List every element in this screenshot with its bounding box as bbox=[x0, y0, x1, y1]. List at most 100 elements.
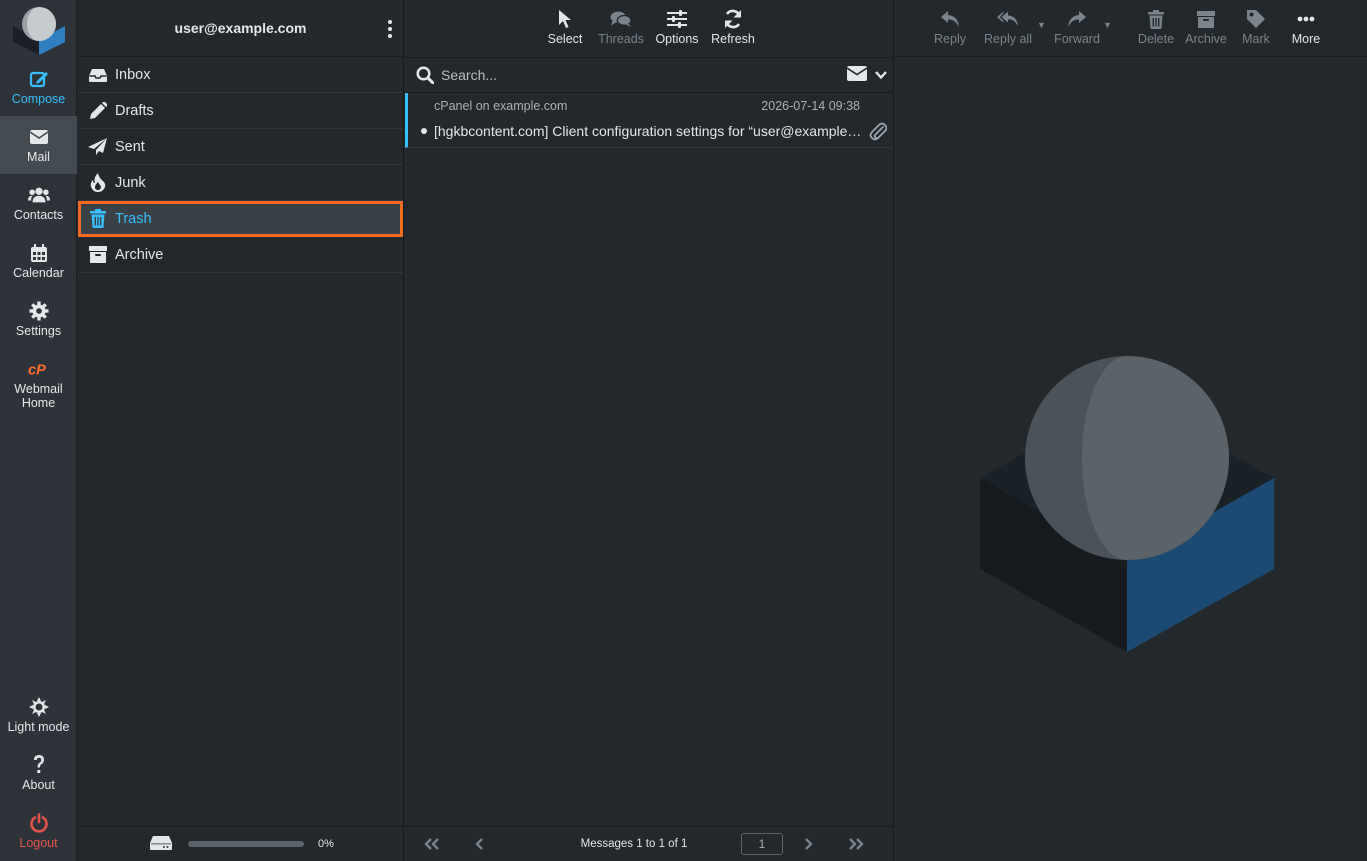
folder-actions-menu-icon[interactable] bbox=[385, 18, 395, 40]
search-icon[interactable] bbox=[415, 65, 435, 85]
folder-archive[interactable]: Archive bbox=[78, 237, 403, 273]
nav-light-mode-label: Light mode bbox=[7, 720, 70, 734]
threads-label: Threads bbox=[598, 32, 644, 46]
quota-footer: 0% bbox=[78, 826, 404, 861]
mark-button[interactable]: Mark bbox=[1231, 0, 1281, 56]
sun-icon bbox=[28, 696, 50, 718]
mark-label: Mark bbox=[1242, 32, 1270, 46]
options-button[interactable]: Options bbox=[649, 0, 705, 57]
reply-all-dropdown-icon[interactable]: ▼ bbox=[1037, 20, 1047, 56]
roundcube-logo[interactable] bbox=[10, 2, 68, 56]
roundcube-watermark-logo bbox=[975, 356, 1275, 661]
list-toolbar: Select Threads Options Refresh bbox=[405, 0, 893, 57]
forward-icon bbox=[1066, 8, 1088, 30]
select-label: Select bbox=[547, 32, 583, 46]
trash-icon bbox=[88, 209, 108, 229]
reply-button[interactable]: Reply bbox=[925, 0, 975, 56]
question-mark-icon bbox=[28, 754, 50, 776]
reply-all-button[interactable]: Reply all bbox=[975, 0, 1041, 56]
forward-label: Forward bbox=[1054, 32, 1100, 46]
folder-inbox[interactable]: Inbox bbox=[78, 57, 403, 93]
nav-compose-label: Compose bbox=[11, 92, 66, 106]
archive-icon bbox=[1195, 8, 1217, 30]
folder-trash[interactable]: Trash bbox=[78, 201, 403, 237]
search-bar bbox=[405, 57, 893, 93]
last-page-icon[interactable] bbox=[841, 838, 871, 850]
nav-contacts[interactable]: Contacts bbox=[0, 174, 77, 232]
pencil-icon bbox=[88, 101, 108, 121]
reply-icon bbox=[939, 8, 961, 30]
message-from: cPanel on example.com bbox=[434, 99, 568, 113]
folder-trash-label: Trash bbox=[115, 210, 152, 227]
previous-page-icon[interactable] bbox=[465, 838, 495, 850]
comments-icon bbox=[610, 8, 632, 30]
nav-settings-label: Settings bbox=[15, 324, 62, 338]
inbox-icon bbox=[88, 65, 108, 85]
envelope-icon bbox=[28, 126, 50, 148]
nav-contacts-label: Contacts bbox=[13, 208, 64, 222]
users-icon bbox=[27, 184, 50, 206]
delete-label: Delete bbox=[1137, 32, 1175, 46]
refresh-icon bbox=[722, 8, 744, 30]
nav-logout[interactable]: Logout bbox=[0, 802, 77, 860]
nav-mail[interactable]: Mail bbox=[0, 116, 77, 174]
cpanel-icon: cP bbox=[28, 358, 50, 380]
search-input[interactable] bbox=[441, 67, 821, 83]
options-label: Options bbox=[655, 32, 699, 46]
delete-button[interactable]: Delete bbox=[1131, 0, 1181, 56]
message-row[interactable]: cPanel on example.com 2026-07-14 09:38 [… bbox=[405, 93, 893, 148]
webmail-app: Compose Mail Contacts Calendar Settings bbox=[0, 0, 1367, 861]
nav-settings[interactable]: Settings bbox=[0, 290, 77, 348]
drive-icon bbox=[150, 835, 172, 853]
search-scope-envelope-icon[interactable] bbox=[846, 66, 868, 86]
power-icon bbox=[28, 812, 50, 834]
nav-about[interactable]: About bbox=[0, 744, 77, 802]
calendar-icon bbox=[28, 242, 50, 264]
folder-drafts-label: Drafts bbox=[115, 102, 154, 119]
gear-icon bbox=[28, 300, 50, 322]
folder-sent[interactable]: Sent bbox=[78, 129, 403, 165]
folder-drafts[interactable]: Drafts bbox=[78, 93, 403, 129]
nav-compose[interactable]: Compose bbox=[0, 58, 77, 116]
quota-bar bbox=[188, 841, 304, 847]
folder-inbox-label: Inbox bbox=[115, 66, 151, 83]
main-navigation: Compose Mail Contacts Calendar Settings bbox=[0, 0, 77, 861]
nav-calendar-label: Calendar bbox=[13, 266, 64, 280]
refresh-label: Refresh bbox=[711, 32, 755, 46]
first-page-icon[interactable] bbox=[417, 838, 447, 850]
refresh-button[interactable]: Refresh bbox=[705, 0, 761, 57]
nav-calendar[interactable]: Calendar bbox=[0, 232, 77, 290]
tag-icon bbox=[1245, 8, 1267, 30]
forward-dropdown-icon[interactable]: ▼ bbox=[1103, 20, 1113, 56]
trash-icon bbox=[1145, 8, 1167, 30]
more-label: More bbox=[1291, 32, 1321, 46]
select-button[interactable]: Select bbox=[537, 0, 593, 57]
folder-header: user@example.com bbox=[78, 0, 403, 57]
archive-label: Archive bbox=[1185, 32, 1227, 46]
message-subject: [hgkbcontent.com] Client configuration s… bbox=[434, 123, 864, 139]
folder-junk[interactable]: Junk bbox=[78, 165, 403, 201]
compose-icon bbox=[28, 68, 50, 90]
reply-label: Reply bbox=[934, 32, 966, 46]
pointer-icon bbox=[554, 8, 576, 30]
message-date: 2026-07-14 09:38 bbox=[761, 99, 860, 113]
search-options bbox=[846, 66, 887, 86]
archive-icon bbox=[88, 245, 108, 265]
paper-plane-icon bbox=[88, 137, 108, 157]
folder-pane: user@example.com Inbox Drafts Sent Junk … bbox=[78, 0, 404, 861]
svg-text:cP: cP bbox=[28, 363, 46, 378]
nav-webmail-home[interactable]: cP Webmail Home bbox=[0, 348, 77, 412]
reply-all-label: Reply all bbox=[984, 32, 1032, 46]
more-button[interactable]: More bbox=[1281, 0, 1331, 56]
reply-all-icon bbox=[997, 8, 1019, 30]
search-options-chevron-down-icon[interactable] bbox=[875, 67, 887, 85]
page-number-input[interactable] bbox=[741, 833, 783, 855]
folder-archive-label: Archive bbox=[115, 246, 164, 263]
fire-icon bbox=[88, 173, 108, 193]
archive-button[interactable]: Archive bbox=[1181, 0, 1231, 56]
threads-button[interactable]: Threads bbox=[593, 0, 649, 57]
nav-light-mode[interactable]: Light mode bbox=[0, 686, 77, 744]
forward-button[interactable]: Forward bbox=[1047, 0, 1107, 56]
next-page-icon[interactable] bbox=[793, 838, 823, 850]
preview-pane: Reply Reply all ▼ Forward ▼ Delete Archi… bbox=[895, 0, 1367, 861]
